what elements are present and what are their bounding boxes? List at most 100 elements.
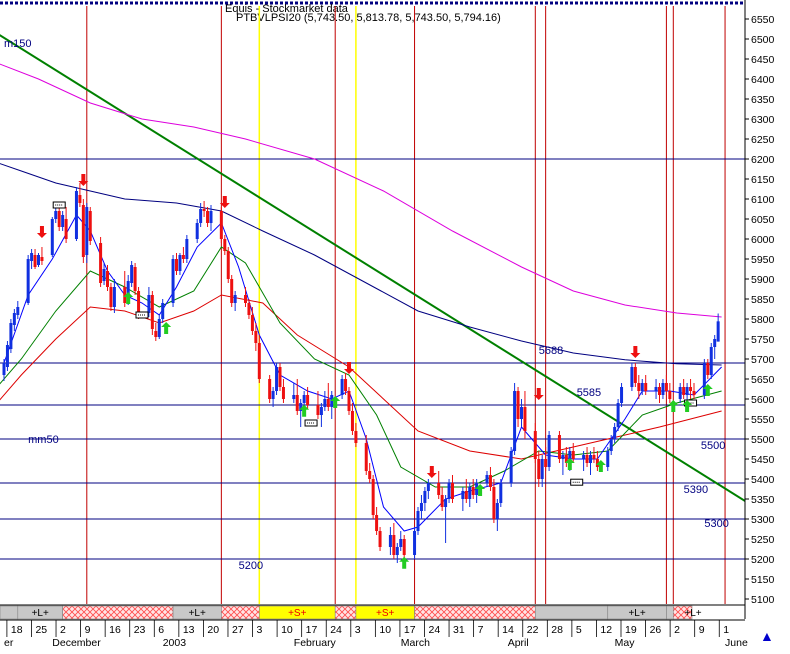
x-tick-label: 22	[527, 624, 539, 636]
candle-body	[171, 259, 175, 303]
month-label: er	[4, 637, 14, 649]
candle	[347, 387, 351, 415]
candle-body	[161, 303, 165, 319]
signal-band-label: +L+	[189, 608, 206, 619]
x-tick-label: 3	[257, 624, 263, 636]
y-tick-label: 5400	[751, 474, 775, 486]
y-tick-label: 6100	[751, 194, 775, 206]
candle-body	[50, 219, 54, 255]
exit-box-frame	[52, 201, 66, 209]
y-tick-label: 6200	[751, 154, 775, 166]
candle-body	[112, 287, 116, 307]
candle-body	[226, 251, 230, 279]
candle-body	[281, 387, 285, 399]
x-tick-label: 13	[183, 624, 195, 636]
candle-body	[64, 219, 68, 239]
candle-body	[181, 255, 185, 259]
candle-body	[247, 303, 251, 315]
candle-body	[268, 379, 272, 399]
x-tick-label: 9	[85, 624, 91, 636]
candle-body	[209, 211, 213, 223]
y-tick-label: 6250	[751, 134, 775, 146]
chart-header-line2: PTBVLPSI20 (5,743.50, 5,813.78, 5,743.50…	[236, 12, 501, 24]
candle-body	[206, 211, 210, 223]
y-tick-label: 6500	[751, 34, 775, 46]
candle-body	[413, 531, 417, 555]
candle-body	[12, 313, 16, 325]
candle-body	[513, 391, 517, 451]
y-tick-label: 5850	[751, 294, 775, 306]
y-tick-label: 5350	[751, 494, 775, 506]
level-label: mm50	[28, 434, 59, 446]
month-label: March	[401, 637, 430, 649]
candle-body	[630, 367, 634, 387]
candle	[275, 363, 279, 395]
candle-body	[461, 491, 465, 499]
candle-body	[30, 253, 34, 261]
candle-body	[709, 347, 713, 375]
candle-body	[492, 487, 496, 519]
candle-body	[426, 483, 430, 491]
candle	[26, 255, 30, 305]
candle-body	[157, 319, 161, 337]
candle-body	[616, 403, 620, 427]
candle	[702, 359, 706, 399]
candle-body	[606, 451, 610, 467]
candle-body	[633, 367, 637, 383]
candle-body	[16, 307, 20, 315]
candle	[371, 475, 375, 519]
candle-body	[533, 431, 537, 459]
candle-body	[388, 535, 392, 547]
candle-body	[547, 435, 551, 467]
candle-body	[637, 383, 641, 391]
x-tick-label: 14	[502, 624, 514, 636]
candle-body	[33, 255, 37, 267]
signal-band-label: +L+	[32, 608, 49, 619]
candle	[557, 431, 561, 463]
candle-body	[620, 387, 624, 403]
candle	[88, 207, 92, 245]
candle-body	[371, 479, 375, 515]
x-tick-label: 20	[207, 624, 219, 636]
x-tick-label: 19	[625, 624, 637, 636]
candle-body	[447, 483, 451, 499]
y-tick-label: 6550	[751, 14, 775, 26]
candle-body	[516, 391, 520, 419]
candle-body	[102, 269, 106, 281]
candle-body	[9, 323, 13, 349]
candle-body	[375, 515, 379, 531]
y-tick-label: 6300	[751, 114, 775, 126]
y-tick-label: 6400	[751, 74, 775, 86]
signal-band	[221, 605, 260, 620]
level-label: 5200	[239, 560, 263, 572]
candle	[219, 207, 223, 243]
y-tick-label: 5450	[751, 454, 775, 466]
candle-body	[302, 395, 306, 403]
scroll-up-icon[interactable]: ▲	[760, 628, 774, 644]
candle-body	[440, 495, 444, 507]
x-tick-label: 23	[134, 624, 146, 636]
y-tick-label: 5200	[751, 554, 775, 566]
candle-body	[99, 243, 103, 283]
candle	[5, 341, 9, 371]
candle-body	[444, 499, 448, 507]
candle-body	[713, 339, 717, 347]
y-tick-label: 6150	[751, 174, 775, 186]
level-label: 5300	[704, 518, 728, 530]
candle	[630, 363, 634, 391]
y-tick-label: 6450	[751, 54, 775, 66]
y-tick-label: 6000	[751, 234, 775, 246]
y-tick-label: 5500	[751, 434, 775, 446]
candle-body	[661, 383, 665, 395]
candle-body	[5, 345, 9, 367]
y-tick-label: 5300	[751, 514, 775, 526]
candle-body	[702, 363, 706, 395]
x-tick-label: 17	[306, 624, 318, 636]
candle-body	[202, 209, 206, 211]
x-tick-label: 27	[232, 624, 244, 636]
month-label: February	[294, 637, 337, 649]
candle-body	[195, 223, 199, 239]
x-tick-label: 10	[281, 624, 293, 636]
candle-body	[537, 459, 541, 479]
candle-body	[485, 475, 489, 483]
